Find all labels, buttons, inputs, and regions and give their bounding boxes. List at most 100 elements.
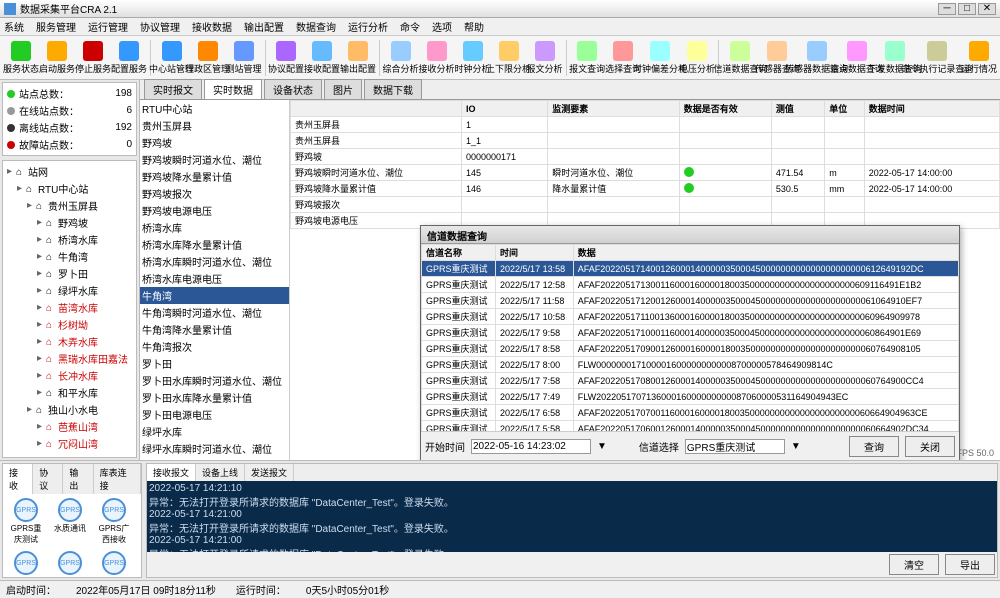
toolbar-button[interactable]: 中心站管理: [155, 39, 189, 77]
channel-select[interactable]: [685, 439, 785, 454]
tab[interactable]: 实时报文: [144, 79, 202, 99]
inner-tree-node[interactable]: 罗卜田: [140, 355, 289, 372]
toolbar-button[interactable]: 信道数据查询: [722, 39, 758, 77]
tree-node[interactable]: ▸⌂桥湾水库: [5, 231, 134, 248]
inner-tree-node[interactable]: 野鸡坡报次: [140, 185, 289, 202]
column-header[interactable]: 数据时间: [864, 101, 999, 117]
tab[interactable]: 图片: [324, 79, 362, 99]
column-header[interactable]: 数据是否有效: [679, 101, 771, 117]
expand-icon[interactable]: ▸: [25, 404, 34, 415]
tree-node[interactable]: ▸⌂长冲水库: [5, 367, 134, 384]
inner-tree-node[interactable]: 野鸡坡降水量累计值: [140, 168, 289, 185]
tab[interactable]: 设备状态: [264, 79, 322, 99]
menu-item[interactable]: 输出配置: [244, 19, 284, 34]
expand-icon[interactable]: ▸: [35, 319, 44, 330]
column-header[interactable]: 监测要素: [548, 101, 680, 117]
tree-node[interactable]: ▸⌂独山小水电: [5, 401, 134, 418]
close-button[interactable]: ✕: [978, 3, 996, 15]
toolbar-button[interactable]: 报文查询: [570, 39, 604, 77]
menu-item[interactable]: 协议管理: [140, 19, 180, 34]
toolbar-button[interactable]: 命令执行记录查询: [915, 39, 960, 77]
toolbar-button[interactable]: 时钟分析: [456, 39, 490, 77]
menu-item[interactable]: 系统: [4, 19, 24, 34]
inner-tree[interactable]: RTU中心站 贵州玉屏县 野鸡坡 野鸡坡瞬时河道水位、潮位 野鸡坡降水量累计值 …: [140, 100, 290, 460]
tree-node[interactable]: ▸⌂木弄水库: [5, 333, 134, 350]
inner-tree-node[interactable]: RTU中心站: [140, 100, 289, 117]
station-tree[interactable]: ▸⌂站网▸⌂RTU中心站▸⌂贵州玉屏县▸⌂野鸡坡▸⌂桥湾水库▸⌂牛角湾▸⌂罗卜田…: [2, 160, 137, 458]
tree-node[interactable]: ▸⌂站网: [5, 163, 134, 180]
proto-tab[interactable]: 协议: [33, 464, 63, 494]
menu-item[interactable]: 帮助: [464, 19, 484, 34]
toolbar-button[interactable]: 停止服务: [76, 39, 110, 77]
expand-icon[interactable]: ▸: [35, 353, 44, 364]
dialog-row[interactable]: GPRS重庆测试2022/5/17 12:58AFAF2022051713001…: [422, 277, 959, 293]
toolbar-button[interactable]: 报文分析: [528, 39, 562, 77]
menu-item[interactable]: 接收数据: [192, 19, 232, 34]
menu-item[interactable]: 命令: [400, 19, 420, 34]
protocol-item[interactable]: GPRSAFAF: [95, 551, 133, 577]
start-time-input[interactable]: [471, 439, 591, 454]
column-header[interactable]: IO: [461, 101, 547, 117]
protocol-item[interactable]: GPRSASCII编码MCU通道: [7, 551, 45, 577]
inner-tree-node[interactable]: 罗卜田电源电压: [140, 406, 289, 423]
proto-tab[interactable]: 接收: [3, 464, 33, 494]
inner-tree-node[interactable]: 罗卜田水库瞬时河道水位、潮位: [140, 372, 289, 389]
expand-icon[interactable]: ▸: [35, 336, 44, 347]
toolbar-button[interactable]: 综合分析: [384, 39, 418, 77]
protocol-item[interactable]: GPRSGPRS接收通道: [51, 551, 89, 577]
tree-node[interactable]: ▸⌂黑瑞水库田嘉法: [5, 350, 134, 367]
tab[interactable]: 实时数据: [204, 79, 262, 99]
expand-icon[interactable]: ▸: [35, 302, 44, 313]
toolbar-button[interactable]: 电压分析: [680, 39, 714, 77]
inner-tree-node[interactable]: 绿坪水库: [140, 423, 289, 440]
inner-tree-node[interactable]: 牛角湾: [140, 287, 289, 304]
dialog-row[interactable]: GPRS重庆测试2022/5/17 7:49FLW202205170713600…: [422, 389, 959, 405]
close-dialog-button[interactable]: 关闭: [905, 436, 955, 457]
inner-tree-node[interactable]: 野鸡坡: [140, 134, 289, 151]
menu-item[interactable]: 服务管理: [36, 19, 76, 34]
tree-node[interactable]: ▸⌂芭蕉山湾: [5, 418, 134, 435]
dropdown-icon[interactable]: ▼: [597, 441, 607, 452]
toolbar-button[interactable]: 行政区管理: [191, 39, 225, 77]
expand-icon[interactable]: ▸: [25, 200, 34, 211]
tab[interactable]: 数据下载: [364, 79, 422, 99]
tree-node[interactable]: ▸⌂罗卜田: [5, 265, 134, 282]
toolbar-button[interactable]: 接收配置: [305, 39, 339, 77]
toolbar-button[interactable]: 服务状态: [4, 39, 38, 77]
expand-icon[interactable]: ▸: [35, 217, 44, 228]
inner-tree-node[interactable]: 罗卜田水库降水量累计值: [140, 389, 289, 406]
query-button[interactable]: 查询: [849, 436, 899, 457]
toolbar-button[interactable]: 时钟偏差分析: [642, 39, 678, 77]
table-row[interactable]: 野鸡坡降水量累计值146降水量累计值530.5mm2022-05-17 14:0…: [291, 181, 1000, 197]
dialog-row[interactable]: GPRS重庆测试2022/5/17 5:58AFAF20220517060012…: [422, 421, 959, 432]
inner-tree-node[interactable]: 牛角湾报次: [140, 338, 289, 355]
dialog-row[interactable]: GPRS重庆测试2022/5/17 13:58AFAF2022051714001…: [422, 261, 959, 277]
log-tab[interactable]: 发送报文: [245, 464, 294, 481]
minimize-button[interactable]: ─: [938, 3, 956, 15]
menu-item[interactable]: 数据查询: [296, 19, 336, 34]
inner-tree-node[interactable]: 桥湾水库降水量累计值: [140, 236, 289, 253]
tree-node[interactable]: ▸⌂RTU中心站: [5, 180, 134, 197]
menu-item[interactable]: 运行管理: [88, 19, 128, 34]
tree-node[interactable]: ▸⌂牛角湾: [5, 248, 134, 265]
toolbar-button[interactable]: 输出配置: [341, 39, 375, 77]
expand-icon[interactable]: ▸: [35, 438, 44, 449]
dialog-row[interactable]: GPRS重庆测试2022/5/17 8:00FLW000000017100001…: [422, 357, 959, 373]
table-row[interactable]: 野鸡坡0000000171: [291, 149, 1000, 165]
protocol-item[interactable]: GPRS水质通讯: [51, 498, 89, 545]
inner-tree-node[interactable]: 牛角湾瞬时河道水位、潮位: [140, 304, 289, 321]
expand-icon[interactable]: ▸: [15, 183, 24, 194]
inner-tree-node[interactable]: 野鸡坡瞬时河道水位、潮位: [140, 151, 289, 168]
tree-node[interactable]: ▸⌂和平水库: [5, 384, 134, 401]
tree-node[interactable]: ▸⌂绿坪水库: [5, 282, 134, 299]
log-tab[interactable]: 设备上线: [196, 464, 245, 481]
column-header[interactable]: [291, 101, 462, 117]
tree-node[interactable]: ▸⌂杉树坳: [5, 316, 134, 333]
proto-tab[interactable]: 输出: [63, 464, 93, 494]
protocol-item[interactable]: GPRSGPRS重庆测试: [7, 498, 45, 545]
toolbar-button[interactable]: 上下限分析: [492, 39, 526, 77]
inner-tree-node[interactable]: 贵州玉屏县: [140, 117, 289, 134]
menu-item[interactable]: 选项: [432, 19, 452, 34]
table-row[interactable]: 野鸡坡瞬时河道水位、潮位145瞬时河道水位、潮位471.54m2022-05-1…: [291, 165, 1000, 181]
inner-tree-node[interactable]: 桥湾水库: [140, 219, 289, 236]
